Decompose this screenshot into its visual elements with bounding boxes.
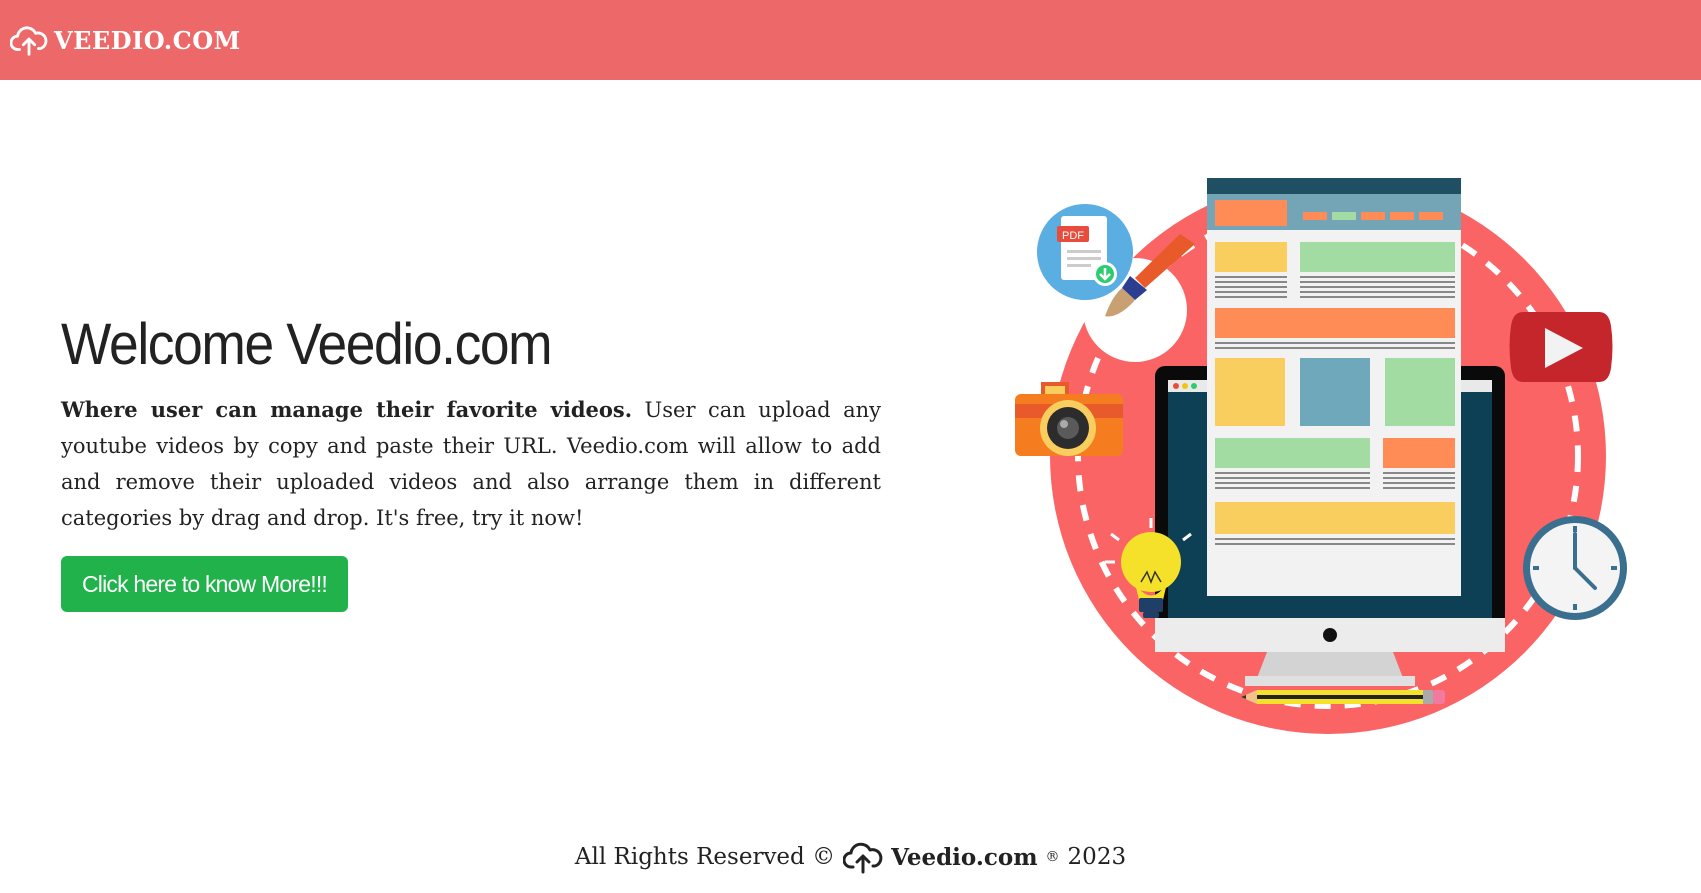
brand-link[interactable]: VEEDIO.COM bbox=[10, 18, 241, 62]
top-navbar: VEEDIO.COM bbox=[0, 0, 1701, 80]
pencil-icon bbox=[1241, 690, 1445, 704]
know-more-button[interactable]: Click here to know More!!! bbox=[61, 556, 348, 612]
footer-year: 2023 bbox=[1067, 844, 1127, 870]
hero-section: Welcome Veedio.com Where user can manage… bbox=[61, 310, 881, 536]
webpage-mockup bbox=[1207, 178, 1461, 596]
cloud-upload-icon bbox=[10, 26, 48, 56]
registered-mark: ® bbox=[1045, 849, 1060, 865]
youtube-play-icon bbox=[1509, 312, 1613, 382]
clock-icon bbox=[1523, 516, 1627, 620]
hero-description: Where user can manage their favorite vid… bbox=[61, 392, 881, 536]
pdf-download-icon: PDF bbox=[1037, 204, 1187, 362]
pdf-badge-label: PDF bbox=[1062, 230, 1084, 242]
hero-title: Welcome Veedio.com bbox=[61, 312, 553, 377]
cloud-upload-icon bbox=[843, 842, 883, 874]
footer: All Rights Reserved © Veedio.com ® 2023 bbox=[0, 840, 1701, 874]
footer-brand[interactable]: Veedio.com bbox=[891, 844, 1037, 871]
hero-lead-bold: Where user can manage their favorite vid… bbox=[61, 397, 633, 422]
hero-illustration: PDF bbox=[1015, 178, 1627, 734]
brand-name: VEEDIO.COM bbox=[54, 25, 241, 55]
footer-copyright: All Rights Reserved © bbox=[574, 844, 836, 870]
